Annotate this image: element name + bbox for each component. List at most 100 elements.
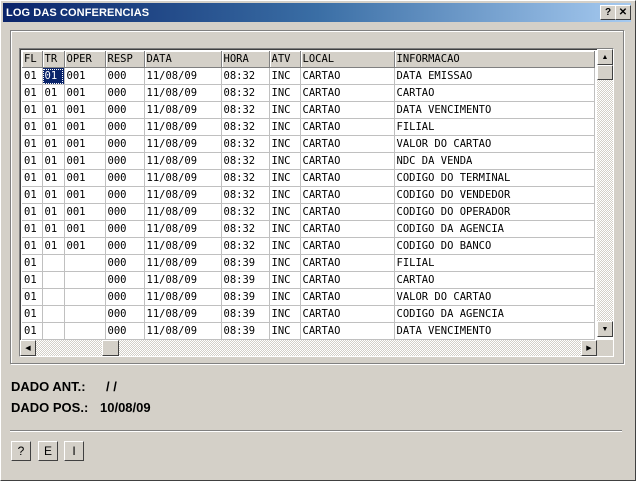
table-row[interactable]: 01 01 001 000 11/08/09 08:32 INC CARTAO FILIAL: [22, 118, 595, 136]
table-cell[interactable]: [64, 271, 106, 289]
table-cell[interactable]: 08:39: [221, 322, 270, 340]
table-cell[interactable]: CARTAO: [300, 169, 395, 187]
table-cell[interactable]: 01: [22, 288, 43, 306]
table-cell[interactable]: INC: [269, 67, 301, 85]
column-header[interactable]: LOCAL: [300, 51, 395, 68]
table-cell[interactable]: CODIGO DA AGENCIA: [394, 305, 595, 323]
table-cell[interactable]: 01: [22, 322, 43, 340]
table-cell[interactable]: 01: [42, 186, 65, 204]
table-cell[interactable]: 01: [22, 67, 43, 85]
title-bar[interactable]: LOG DAS CONFERENCIAS ? ✕: [3, 3, 631, 22]
table-cell[interactable]: CARTAO: [300, 305, 395, 323]
table-cell[interactable]: 01: [42, 67, 65, 85]
table-cell[interactable]: NDC DA VENDA: [394, 152, 595, 170]
table-cell[interactable]: 01: [42, 118, 65, 136]
table-row[interactable]: 01 01 001 000 11/08/09 08:32 INC CARTAO CODIGO D…: [22, 237, 595, 255]
table-cell[interactable]: INC: [269, 254, 301, 272]
table-cell[interactable]: 000: [105, 169, 145, 187]
table-cell[interactable]: 08:39: [221, 254, 270, 272]
table-cell[interactable]: CARTAO: [300, 135, 395, 153]
table-cell[interactable]: 11/08/09: [144, 152, 222, 170]
table-cell[interactable]: 000: [105, 237, 145, 255]
table-cell[interactable]: 11/08/09: [144, 288, 222, 306]
table-cell[interactable]: 01: [22, 203, 43, 221]
table-cell[interactable]: INC: [269, 288, 301, 306]
table-cell[interactable]: INC: [269, 152, 301, 170]
table-cell[interactable]: 11/08/09: [144, 271, 222, 289]
table-cell[interactable]: 08:32: [221, 84, 270, 102]
table-cell[interactable]: 11/08/09: [144, 135, 222, 153]
table-cell[interactable]: CARTAO: [300, 152, 395, 170]
table-cell[interactable]: INC: [269, 135, 301, 153]
table-cell[interactable]: 08:32: [221, 237, 270, 255]
table-cell[interactable]: 08:32: [221, 220, 270, 238]
table-cell[interactable]: 001: [64, 237, 106, 255]
table-cell[interactable]: 11/08/09: [144, 84, 222, 102]
table-cell[interactable]: INC: [269, 101, 301, 119]
horizontal-scroll-thumb[interactable]: [102, 340, 119, 356]
column-header[interactable]: ATV: [269, 51, 301, 68]
table-cell[interactable]: 08:32: [221, 135, 270, 153]
table-cell[interactable]: 01: [22, 305, 43, 323]
table-cell[interactable]: INC: [269, 271, 301, 289]
table-cell[interactable]: 01: [22, 169, 43, 187]
table-row[interactable]: 01 01 001 000 11/08/09 08:32 INC CARTAO NDC DA V…: [22, 152, 595, 170]
table-cell[interactable]: 11/08/09: [144, 305, 222, 323]
table-cell[interactable]: [42, 305, 65, 323]
table-cell[interactable]: [42, 288, 65, 306]
table-cell[interactable]: 000: [105, 203, 145, 221]
table-cell[interactable]: 001: [64, 101, 106, 119]
e-button[interactable]: E: [38, 441, 58, 461]
table-cell[interactable]: 000: [105, 220, 145, 238]
table-cell[interactable]: CARTAO: [300, 186, 395, 204]
down-arrow-icon[interactable]: ▼: [597, 321, 613, 337]
table-row[interactable]: 01 01 001 000 11/08/09 08:32 INC CARTAO DATA VEN…: [22, 101, 595, 119]
table-cell[interactable]: 001: [64, 203, 106, 221]
table-cell[interactable]: FILIAL: [394, 254, 595, 272]
table-cell[interactable]: INC: [269, 322, 301, 340]
table-cell[interactable]: 01: [22, 186, 43, 204]
table-row[interactable]: 01 01 001 000 11/08/09 08:32 INC CARTAO CODIGO D…: [22, 203, 595, 221]
table-cell[interactable]: 000: [105, 152, 145, 170]
vertical-scroll-thumb[interactable]: [597, 65, 613, 80]
table-cell[interactable]: 001: [64, 135, 106, 153]
table-cell[interactable]: CARTAO: [300, 271, 395, 289]
table-cell[interactable]: CARTAO: [300, 288, 395, 306]
column-header[interactable]: FL: [22, 51, 43, 68]
table-cell[interactable]: [64, 254, 106, 272]
table-cell[interactable]: 08:32: [221, 118, 270, 136]
table-cell[interactable]: INC: [269, 118, 301, 136]
table-cell[interactable]: 11/08/09: [144, 322, 222, 340]
table-cell[interactable]: 08:39: [221, 288, 270, 306]
table-cell[interactable]: 01: [22, 254, 43, 272]
table-cell[interactable]: 01: [42, 220, 65, 238]
table-cell[interactable]: VALOR DO CARTAO: [394, 288, 595, 306]
table-row[interactable]: 01 000 11/08/09 08:39 INC CARTAO CODIGO DA AGE…: [22, 305, 595, 323]
table-row[interactable]: 01 01 001 000 11/08/09 08:32 INC CARTAO CODIGO D…: [22, 220, 595, 238]
table-cell[interactable]: DATA EMISSAO: [394, 67, 595, 85]
table-cell[interactable]: 000: [105, 322, 145, 340]
table-cell[interactable]: 01: [22, 84, 43, 102]
table-cell[interactable]: 001: [64, 220, 106, 238]
table-cell[interactable]: CARTAO: [394, 84, 595, 102]
table-cell[interactable]: 000: [105, 84, 145, 102]
up-arrow-icon[interactable]: ▲: [597, 49, 613, 65]
table-cell[interactable]: 08:32: [221, 67, 270, 85]
table-cell[interactable]: CARTAO: [394, 271, 595, 289]
table-cell[interactable]: 08:32: [221, 169, 270, 187]
table-cell[interactable]: 08:39: [221, 305, 270, 323]
table-cell[interactable]: CODIGO DO TERMINAL: [394, 169, 595, 187]
table-row[interactable]: 01 01 001 000 11/08/09 08:32 INC CARTAO CODIGO D…: [22, 186, 595, 204]
table-row[interactable]: 01 000 11/08/09 08:39 INC CARTAO DATA VENCIMEN…: [22, 322, 595, 340]
table-cell[interactable]: 01: [22, 271, 43, 289]
table-cell[interactable]: 001: [64, 118, 106, 136]
table-cell[interactable]: CARTAO: [300, 84, 395, 102]
table-cell[interactable]: CARTAO: [300, 322, 395, 340]
vertical-scrollbar[interactable]: ▲ ▼: [597, 49, 613, 337]
right-arrow-icon[interactable]: ▶: [581, 340, 597, 356]
table-cell[interactable]: INC: [269, 186, 301, 204]
table-cell[interactable]: 000: [105, 101, 145, 119]
table-cell[interactable]: 08:32: [221, 186, 270, 204]
table-row[interactable]: 01 000 11/08/09 08:39 INC CARTAO VALOR DO CART…: [22, 288, 595, 306]
table-cell[interactable]: 08:39: [221, 271, 270, 289]
